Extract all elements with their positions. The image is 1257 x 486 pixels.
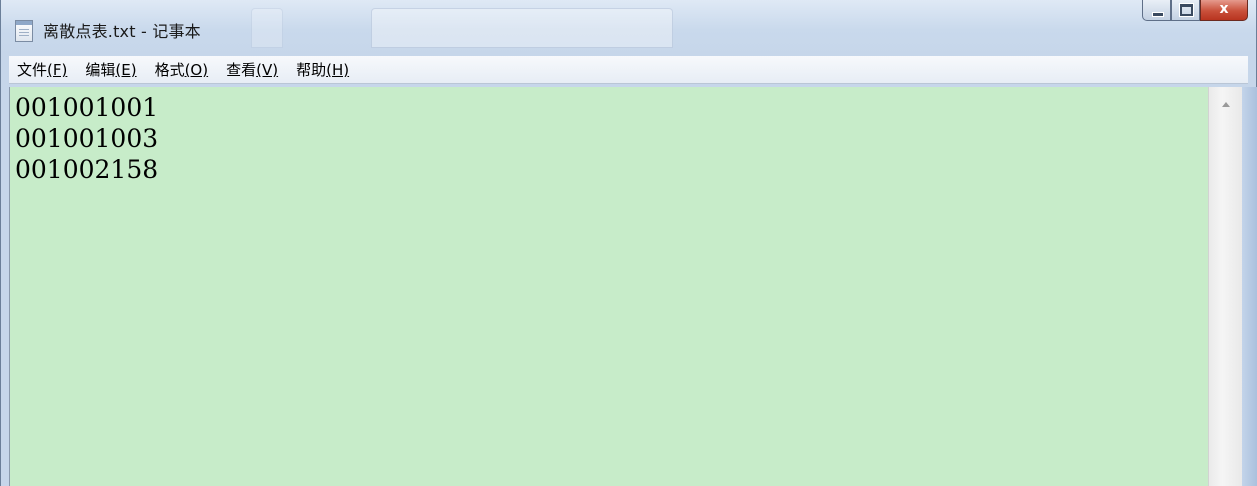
minimize-icon: [1152, 12, 1164, 17]
menu-format[interactable]: 格式(O): [153, 57, 211, 82]
close-button[interactable]: x: [1200, 0, 1248, 21]
menu-help-accel: (H): [326, 61, 350, 79]
window-frame-right: [1242, 87, 1257, 486]
maximize-icon: [1179, 3, 1194, 17]
scroll-up-button[interactable]: [1209, 87, 1242, 121]
caption-buttons: x: [1142, 0, 1248, 22]
text-editor[interactable]: 001001001 001001003 001002158: [9, 87, 1208, 486]
menu-format-label: 格式: [154, 61, 185, 79]
close-icon: x: [1219, 1, 1229, 17]
text-line[interactable]: 001001001: [15, 92, 1208, 123]
window-title: 离散点表.txt - 记事本: [43, 22, 201, 41]
text-line[interactable]: 001001003: [15, 123, 1208, 154]
menu-file[interactable]: 文件(F): [15, 57, 69, 82]
background-window-ghost: [371, 8, 673, 48]
menu-format-accel: (O): [184, 61, 209, 79]
menu-bar: 文件(F) 编辑(E) 格式(O) 查看(V) 帮助(H): [9, 56, 1248, 84]
notepad-document-icon: [15, 20, 33, 42]
background-window-ghost: [251, 8, 283, 48]
maximize-button[interactable]: [1171, 0, 1200, 21]
menu-view-accel: (V): [256, 61, 279, 79]
menu-edit-accel: (E): [115, 61, 137, 79]
menu-file-label: 文件: [17, 61, 48, 79]
menu-file-accel: (F): [47, 61, 68, 79]
menu-help-label: 帮助: [296, 61, 327, 79]
menu-view[interactable]: 查看(V): [224, 57, 280, 82]
minimize-button[interactable]: [1142, 0, 1171, 21]
title-bar[interactable]: 离散点表.txt - 记事本 x: [1, 0, 1256, 56]
menu-view-label: 查看: [226, 61, 257, 79]
text-line[interactable]: 001002158: [15, 154, 1208, 185]
scroll-up-arrow-icon: [1221, 101, 1230, 107]
menu-edit[interactable]: 编辑(E): [83, 57, 138, 82]
vertical-scrollbar[interactable]: [1208, 87, 1242, 486]
notepad-window: 离散点表.txt - 记事本 x 文件(F) 编辑(E) 格式(O) 查看(V)…: [0, 0, 1257, 486]
menu-help[interactable]: 帮助(H): [294, 57, 351, 82]
menu-edit-label: 编辑: [85, 61, 116, 79]
